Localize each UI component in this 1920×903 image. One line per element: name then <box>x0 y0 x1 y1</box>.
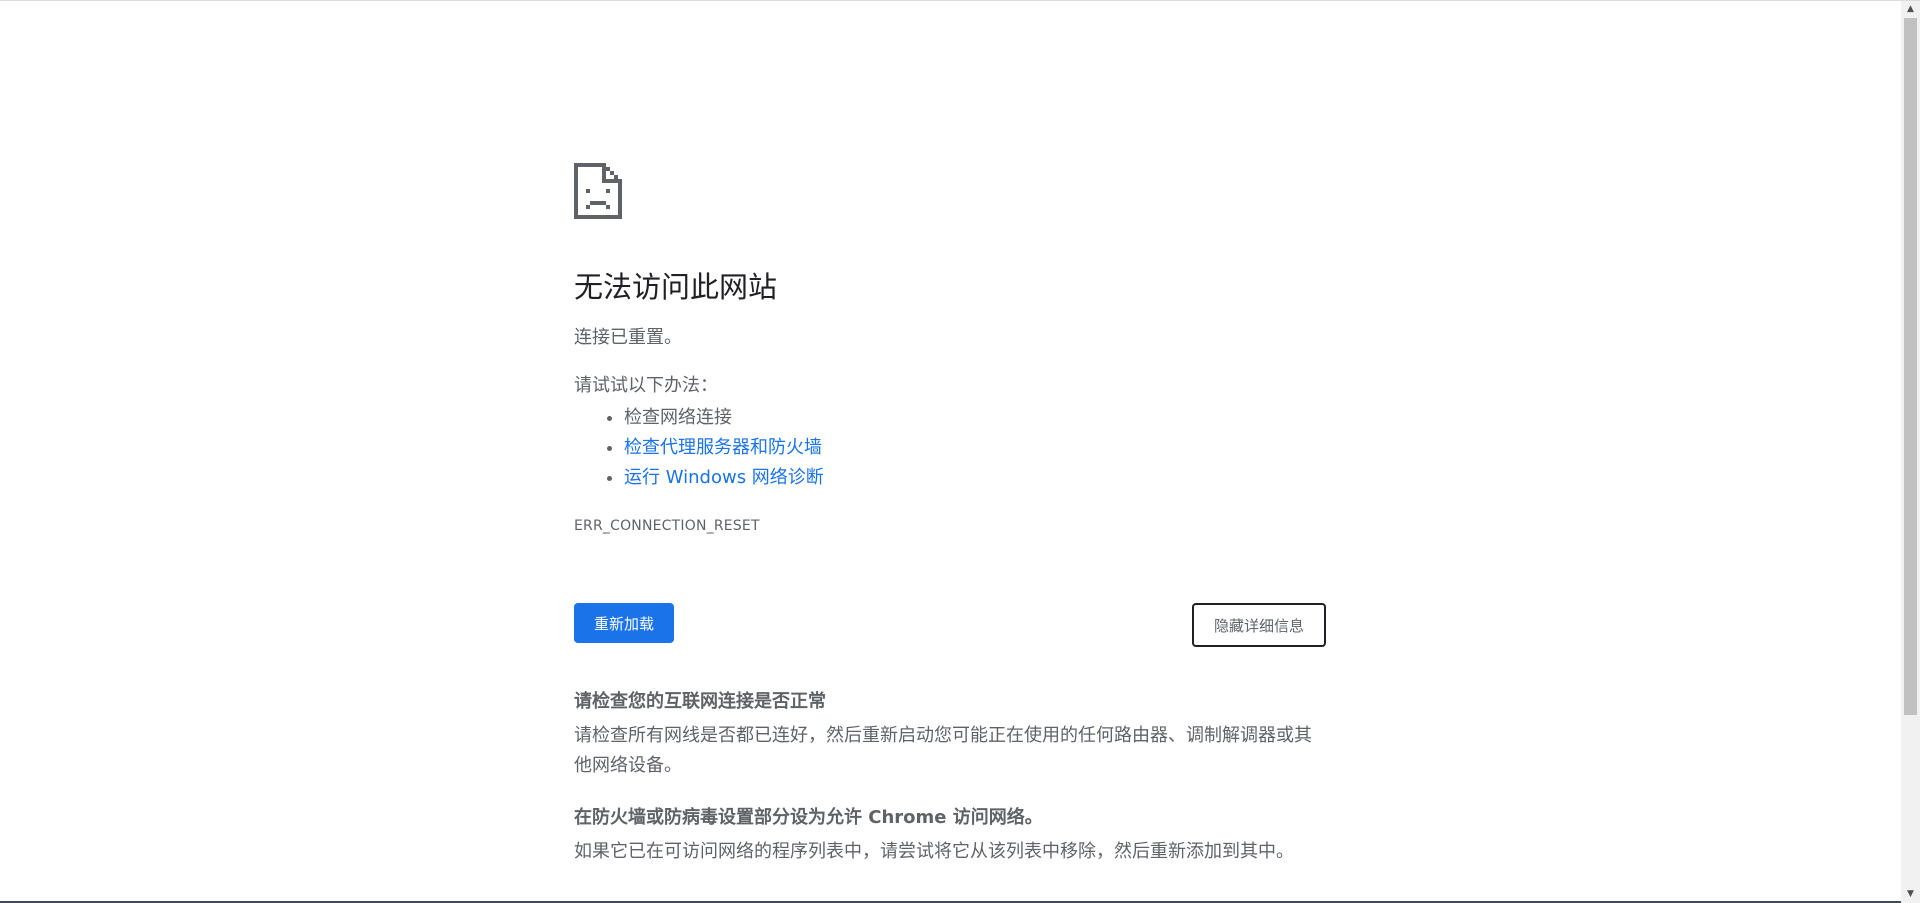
details-body: 请检查所有网线是否都已连好，然后重新启动您可能正在使用的任何路由器、调制解调器或… <box>574 725 1312 776</box>
list-item: 检查代理服务器和防火墙 <box>624 433 1326 463</box>
details-block: 在防火墙或防病毒设置部分设为允许 Chrome 访问网络。 如果它已在可访问网络… <box>574 805 1326 867</box>
vertical-scrollbar[interactable]: ▲ ▼ <box>1901 1 1920 903</box>
details-panel: 请检查您的互联网连接是否正常 请检查所有网线是否都已连好，然后重新启动您可能正在… <box>574 689 1326 867</box>
hide-details-button[interactable]: 隐藏详细信息 <box>1191 603 1326 647</box>
details-block: 请检查您的互联网连接是否正常 请检查所有网线是否都已连好，然后重新启动您可能正在… <box>574 689 1326 781</box>
browser-error-page: 无法访问此网站 连接已重置。 请试试以下办法： 检查网络连接 检查代理服务器和防… <box>0 0 1920 903</box>
button-row: 重新加载 隐藏详细信息 <box>574 603 1326 647</box>
list-item: 运行 Windows 网络诊断 <box>624 463 1326 493</box>
details-body: 如果它已在可访问网络的程序列表中，请尝试将它从该列表中移除，然后重新添加到其中。 <box>574 841 1294 862</box>
sad-page-icon <box>574 163 622 219</box>
list-item: 检查网络连接 <box>624 403 1326 433</box>
reload-button[interactable]: 重新加载 <box>574 603 675 643</box>
page-title: 无法访问此网站 <box>574 270 778 304</box>
error-summary: 连接已重置。 <box>574 327 682 348</box>
suggestion-run-diagnostics-link[interactable]: 运行 Windows 网络诊断 <box>624 467 824 488</box>
details-heading: 在防火墙或防病毒设置部分设为允许 Chrome 访问网络。 <box>574 807 1043 828</box>
scroll-thumb[interactable] <box>1904 18 1917 715</box>
suggestion-check-connection: 检查网络连接 <box>624 407 732 428</box>
details-heading: 请检查您的互联网连接是否正常 <box>574 691 826 712</box>
error-code: ERR_CONNECTION_RESET <box>574 518 760 534</box>
error-content: 无法访问此网站 连接已重置。 请试试以下办法： 检查网络连接 检查代理服务器和防… <box>574 163 1326 867</box>
suggestions-list: 检查网络连接 检查代理服务器和防火墙 运行 Windows 网络诊断 <box>574 403 1326 493</box>
suggestions-heading: 请试试以下办法： <box>574 375 718 396</box>
suggestion-check-proxy-link[interactable]: 检查代理服务器和防火墙 <box>624 437 822 458</box>
scroll-up-arrow-icon[interactable]: ▲ <box>1901 1 1920 18</box>
scroll-down-arrow-icon[interactable]: ▼ <box>1901 886 1920 903</box>
